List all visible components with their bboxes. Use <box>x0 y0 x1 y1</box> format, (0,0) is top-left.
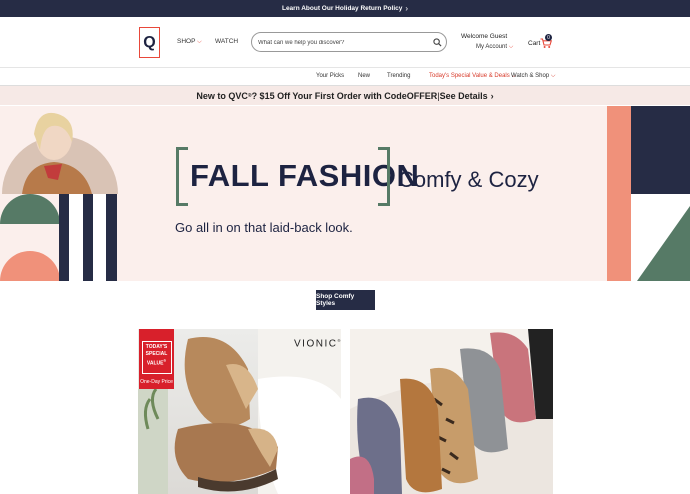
brand-name: VIONIC <box>294 338 338 350</box>
site-header: Q SHOP ⌵ WATCH Welcome Guest My Account … <box>0 17 690 67</box>
hero-right-artwork <box>607 106 690 281</box>
product-tile-slippers[interactable]: TODAY'S SPECIAL VALUE® One-Day Price VIO… <box>138 329 341 494</box>
chevron-down-icon: ⌵ <box>550 73 556 79</box>
cart-link[interactable]: Cart <box>528 40 540 47</box>
promo-banner[interactable]: New to QVC ®? $15 Off Your First Order wi… <box>0 85 690 105</box>
hero-banner[interactable]: FALL FASHION Comfy & Cozy Go all in on t… <box>0 106 690 281</box>
slipper-collection-photo <box>350 329 553 494</box>
product-tile-slipper-collection[interactable] <box>350 329 553 494</box>
shop-menu[interactable]: SHOP ⌵ <box>177 38 202 46</box>
search-box <box>251 32 447 52</box>
promo-lead: New to QVC <box>196 90 248 101</box>
nav-your-picks[interactable]: Your Picks <box>316 73 344 79</box>
promo-offer-text: ? $15 Off Your First Order with Code <box>251 90 407 101</box>
title-bracket-right <box>378 147 390 206</box>
cart-count-badge: 0 <box>545 34 552 41</box>
my-account-menu[interactable]: My Account ⌵ <box>476 44 513 51</box>
hero-left-artwork <box>0 106 118 281</box>
announcement-text[interactable]: Learn About Our Holiday Return Policy <box>282 5 402 12</box>
hero-subtitle: Comfy & Cozy <box>398 167 539 192</box>
brand-logo: VIONIC® <box>294 338 340 349</box>
badge-registered-mark: ® <box>163 359 167 363</box>
chevron-down-icon: ⌵ <box>508 44 514 50</box>
nav-trending[interactable]: Trending <box>387 73 410 79</box>
secondary-nav: Your Picks New Trending Today's Special … <box>0 67 690 85</box>
brand-registered-mark: ® <box>337 338 341 343</box>
shop-comfy-styles-button[interactable]: Shop Comfy Styles <box>316 290 375 310</box>
search-button[interactable] <box>429 34 445 50</box>
watch-menu[interactable]: WATCH <box>215 38 238 45</box>
nav-watch-shop-label: Watch & Shop <box>511 73 550 79</box>
search-icon <box>432 37 442 47</box>
announcement-bar[interactable]: Learn About Our Holiday Return Policy › <box>0 0 690 17</box>
search-input[interactable] <box>258 36 426 49</box>
chevron-right-icon: › <box>405 4 409 13</box>
title-bracket-left <box>176 147 188 206</box>
badge-one-day-price: One-Day Price <box>140 379 173 385</box>
nav-watch-and-shop[interactable]: Watch & Shop ⌵ <box>511 73 555 80</box>
badge-label: TODAY'S SPECIAL VALUE® <box>141 341 172 374</box>
nav-new[interactable]: New <box>358 73 370 79</box>
my-account-label: My Account <box>476 44 508 50</box>
chevron-right-icon: › <box>490 90 494 101</box>
promo-see-details-link[interactable]: See Details <box>440 91 488 101</box>
chevron-down-icon: ⌵ <box>197 39 202 45</box>
welcome-text: Welcome Guest <box>461 33 508 40</box>
qvc-logo[interactable]: Q <box>139 27 160 58</box>
shop-label: SHOP <box>177 38 196 45</box>
todays-special-value-badge: TODAY'S SPECIAL VALUE® One-Day Price <box>139 329 174 389</box>
nav-todays-special-value[interactable]: Today's Special Value & Deals ⌵ <box>429 73 516 80</box>
promo-code: OFFER <box>406 90 438 101</box>
badge-label-text: TODAY'S SPECIAL VALUE <box>145 344 168 367</box>
nav-tsv-label: Today's Special Value & Deals <box>429 73 510 79</box>
hero-copy: Go all in on that laid-back look. <box>175 220 353 235</box>
